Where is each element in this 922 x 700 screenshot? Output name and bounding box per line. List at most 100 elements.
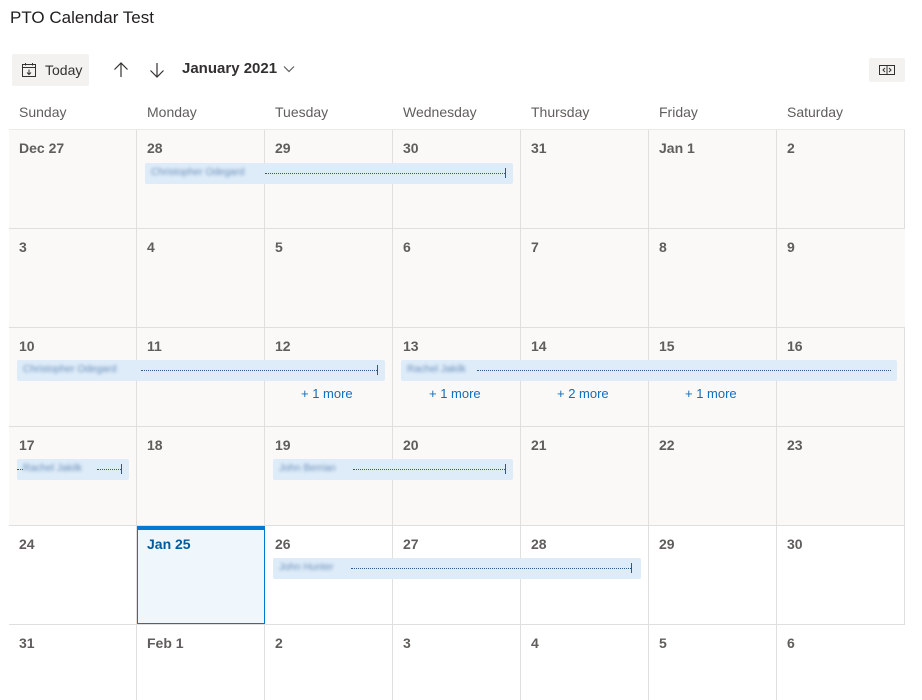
day-number: 6 — [787, 635, 795, 651]
day-cell[interactable]: 22 — [649, 427, 777, 525]
day-number: Jan 25 — [147, 536, 191, 552]
day-cell[interactable]: 6 — [393, 229, 521, 327]
weekday-wednesday: Wednesday — [403, 104, 477, 120]
week-row: 31 Feb 1 2 3 4 5 6 — [9, 625, 905, 700]
day-cell[interactable]: 3 — [9, 229, 137, 327]
calendar-toolbar: Today January 2021 — [0, 54, 922, 86]
month-picker[interactable]: January 2021 — [182, 60, 295, 77]
day-cell[interactable]: 7 — [521, 229, 649, 327]
event-title: Rachel Jakilk — [23, 463, 82, 474]
weekday-monday: Monday — [147, 104, 197, 120]
day-cell[interactable]: 29 — [649, 526, 777, 624]
calendar-today-icon — [20, 61, 38, 79]
more-events-link[interactable]: + 1 more — [685, 386, 737, 401]
day-cell[interactable]: 18 — [137, 427, 265, 525]
calendar-event[interactable]: John Berrian — [273, 459, 513, 480]
day-cell[interactable]: 8 — [649, 229, 777, 327]
event-duration-line — [353, 469, 505, 470]
today-button[interactable]: Today — [12, 54, 89, 86]
day-cell[interactable]: 3 — [393, 625, 521, 700]
more-events-link[interactable]: + 1 more — [429, 386, 481, 401]
week-row: 10 11 12 13 14 15 16 Christopher Odegard… — [9, 328, 905, 427]
day-number: 30 — [403, 140, 419, 156]
calendar-event[interactable]: John Hunter — [273, 558, 641, 579]
day-number: 29 — [659, 536, 675, 552]
day-cell[interactable]: 5 — [265, 229, 393, 327]
day-number: 4 — [531, 635, 539, 651]
event-title: John Berrian — [279, 463, 336, 474]
day-number: 17 — [19, 437, 35, 453]
previous-month-button[interactable] — [109, 58, 133, 82]
view-switch-button[interactable] — [869, 58, 905, 82]
day-number: 26 — [275, 536, 291, 552]
day-cell[interactable]: 21 — [521, 427, 649, 525]
day-number: 3 — [19, 239, 27, 255]
day-number: Jan 1 — [659, 140, 695, 156]
day-number: 2 — [275, 635, 283, 651]
day-cell[interactable]: 23 — [777, 427, 905, 525]
event-end-marker — [631, 563, 632, 573]
day-number: 21 — [531, 437, 547, 453]
more-events-link[interactable]: + 1 more — [301, 386, 353, 401]
event-title: Christopher Odegard — [23, 364, 117, 375]
weekday-tuesday: Tuesday — [275, 104, 329, 120]
day-number: 30 — [787, 536, 803, 552]
day-number: 9 — [787, 239, 795, 255]
calendar-event[interactable]: Christopher Odegard — [17, 360, 385, 381]
day-number: 23 — [787, 437, 803, 453]
day-cell[interactable]: 4 — [521, 625, 649, 700]
week-row: 3 4 5 6 7 8 9 — [9, 229, 905, 328]
day-number: 29 — [275, 140, 291, 156]
day-number: 18 — [147, 437, 163, 453]
day-number: 10 — [19, 338, 35, 354]
more-events-link[interactable]: + 2 more — [557, 386, 609, 401]
calendar-event[interactable]: Rachel Jakilk — [401, 360, 897, 381]
day-number: 28 — [147, 140, 163, 156]
day-number: 14 — [531, 338, 547, 354]
day-cell[interactable]: 5 — [649, 625, 777, 700]
day-number: 16 — [787, 338, 803, 354]
page-title: PTO Calendar Test — [10, 8, 154, 27]
calendar-event[interactable]: Christopher Odegard — [145, 163, 513, 184]
event-end-marker — [505, 464, 506, 474]
event-duration-line — [141, 370, 377, 371]
today-day-cell[interactable]: Jan 25 — [137, 526, 265, 624]
event-duration-line — [265, 173, 505, 174]
day-cell[interactable]: 24 — [9, 526, 137, 624]
day-number: 6 — [403, 239, 411, 255]
day-cell[interactable]: 2 — [265, 625, 393, 700]
today-button-label: Today — [45, 62, 83, 78]
next-month-button[interactable] — [145, 58, 169, 82]
day-cell[interactable]: 31 — [9, 625, 137, 700]
day-cell[interactable]: 31 — [521, 130, 649, 228]
day-cell[interactable]: 6 — [777, 625, 905, 700]
view-switch-icon — [879, 65, 895, 75]
day-number: 24 — [19, 536, 35, 552]
day-cell[interactable]: 9 — [777, 229, 905, 327]
day-cell[interactable]: 30 — [777, 526, 905, 624]
day-number: 27 — [403, 536, 419, 552]
day-number: 28 — [531, 536, 547, 552]
day-number: 15 — [659, 338, 675, 354]
weekday-friday: Friday — [659, 104, 698, 120]
arrow-up-icon — [114, 62, 128, 77]
day-number: 4 — [147, 239, 155, 255]
day-cell[interactable]: Feb 1 — [137, 625, 265, 700]
day-number: 20 — [403, 437, 419, 453]
weekday-header: Sunday Monday Tuesday Wednesday Thursday… — [9, 96, 905, 130]
event-title: Rachel Jakilk — [407, 364, 466, 375]
month-grid: Dec 27 28 29 30 31 Jan 1 2 Christopher O… — [9, 130, 905, 700]
day-number: Feb 1 — [147, 635, 184, 651]
event-title: John Hunter — [279, 562, 334, 573]
day-number: 5 — [275, 239, 283, 255]
day-cell[interactable]: 2 — [777, 130, 905, 228]
day-number: 11 — [147, 338, 162, 354]
day-number: 19 — [275, 437, 291, 453]
day-cell[interactable]: Jan 1 — [649, 130, 777, 228]
day-cell[interactable]: Dec 27 — [9, 130, 137, 228]
calendar-event[interactable]: Rachel Jakilk — [17, 459, 129, 480]
weekday-thursday: Thursday — [531, 104, 590, 120]
day-number: 5 — [659, 635, 667, 651]
day-cell[interactable]: 4 — [137, 229, 265, 327]
week-row: Dec 27 28 29 30 31 Jan 1 2 Christopher O… — [9, 130, 905, 229]
